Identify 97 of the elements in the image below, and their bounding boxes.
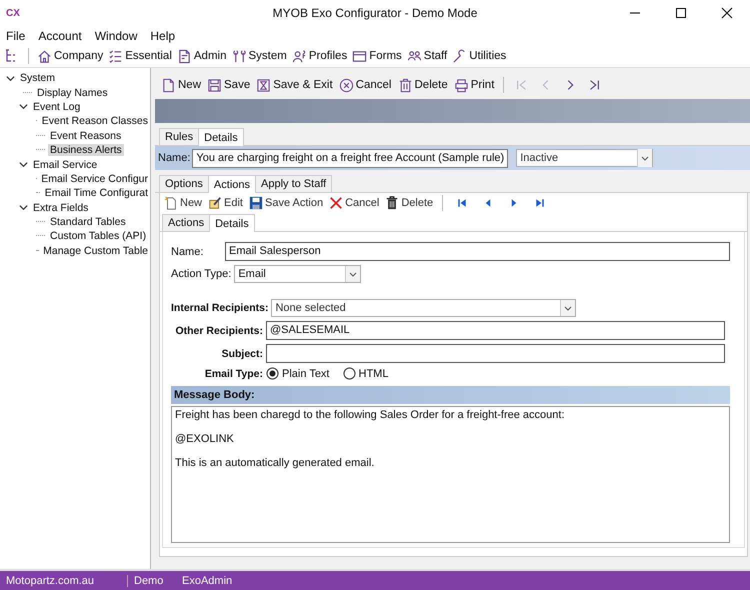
section-title: Message Body: <box>174 389 255 401</box>
tree-item[interactable]: Email Service <box>31 158 100 171</box>
close-icon[interactable] <box>721 7 733 19</box>
other-recipients-field[interactable]: @SALESEMAIL <box>266 321 725 340</box>
name-field[interactable]: You are charging freight on a freight free Account (Sample rule) <box>192 148 508 168</box>
tree-item[interactable]: System <box>18 72 58 84</box>
tree-item[interactable]: Email Time Configurat <box>42 187 150 200</box>
tab[interactable]: Details <box>198 128 244 146</box>
toolbar-button[interactable]: Essential <box>108 48 172 64</box>
status-text: Demo <box>133 574 164 586</box>
hourglass-icon <box>256 78 272 92</box>
chevron-icon[interactable] <box>19 203 28 212</box>
tab[interactable]: Rules <box>159 128 200 145</box>
tab[interactable]: Options <box>159 175 209 192</box>
maximize-icon[interactable] <box>675 7 687 19</box>
chevron-icon[interactable] <box>6 74 15 83</box>
home-icon <box>37 48 52 64</box>
name-field[interactable]: Email Salesperson <box>225 242 730 261</box>
checklist-icon <box>108 48 124 64</box>
message-line: This is an automatically generated email. <box>175 457 376 469</box>
tree-item[interactable]: Event Log <box>31 100 82 113</box>
tree-item[interactable]: Manage Custom Table <box>41 244 150 257</box>
menu-item[interactable]: Window <box>94 28 138 42</box>
toolbar-button[interactable]: Edit <box>208 196 243 210</box>
subject-field[interactable] <box>266 344 725 363</box>
field-label: Action Type: <box>171 268 232 280</box>
toolbar-button[interactable]: Profiles <box>292 48 348 64</box>
cancel-icon <box>338 78 354 92</box>
toolbar-button[interactable]: Admin <box>176 48 226 64</box>
radio-button[interactable]: HTML <box>342 367 388 380</box>
message-body-field[interactable]: Freight has been charegd to the following Sales Order for a freight-free account: @EXOLINK This is an automatically generated email. <box>171 406 730 543</box>
menu-item[interactable]: Account <box>38 28 82 42</box>
tab[interactable]: Actions <box>208 175 256 193</box>
tab[interactable]: Details <box>209 214 255 232</box>
toolbar-button[interactable]: Delete <box>385 196 434 210</box>
radio-circle-icon <box>342 367 356 380</box>
tree-item[interactable]: Custom Tables (API) <box>48 230 148 242</box>
floppy-icon <box>248 196 263 210</box>
status-text: ExoAdmin <box>181 574 234 586</box>
people-icon <box>406 48 422 64</box>
tree-item[interactable]: Display Names <box>35 86 110 99</box>
toolbar-button[interactable]: Cancel <box>329 196 380 210</box>
tree-item[interactable]: Business Alerts <box>48 144 124 156</box>
tools-icon <box>232 48 246 64</box>
printer-icon <box>454 78 469 92</box>
tab[interactable]: Actions <box>162 214 210 231</box>
message-line: Freight has been charegd to the following Sales Order for a freight-free account: <box>175 409 566 421</box>
floppy-icon <box>207 78 222 92</box>
right-arrow-icon[interactable] <box>534 197 546 209</box>
internal-recipients-dropdown[interactable]: None selected <box>271 299 576 317</box>
field-label: Internal Recipients: <box>171 302 268 314</box>
new-document-icon <box>164 196 178 210</box>
tree-item[interactable]: Event Reason Classes <box>40 115 150 128</box>
trash-icon <box>385 196 400 210</box>
app-logo: CX <box>6 8 20 18</box>
tree-item[interactable]: Event Reasons <box>48 130 124 142</box>
document-icon <box>161 78 176 92</box>
toolbar-button[interactable]: Save <box>207 78 250 92</box>
toolbar-button[interactable]: Save Action <box>248 196 324 210</box>
chevron-icon[interactable] <box>19 160 28 170</box>
field-label: Subject: <box>220 348 263 360</box>
toolbar-button[interactable]: System <box>232 48 287 64</box>
toolbar-button[interactable]: Save & Exit <box>256 78 333 92</box>
tree-item[interactable]: Extra Fields <box>31 202 90 214</box>
edit-icon <box>208 196 222 210</box>
tree-item[interactable]: Standard Tables <box>48 216 128 228</box>
toolbar-button[interactable]: Delete <box>398 78 448 92</box>
toolbar-button[interactable]: New <box>164 196 202 210</box>
status-dropdown[interactable]: Inactive <box>516 149 654 167</box>
tree-item[interactable]: Email Service Configur <box>39 172 150 185</box>
document-icon <box>176 48 192 64</box>
toolbar-button[interactable]: New <box>161 78 202 92</box>
field-label: Name: <box>171 246 204 258</box>
cancel-icon <box>329 196 344 210</box>
message-line: @EXOLINK <box>175 433 235 445</box>
trash-icon <box>398 78 412 92</box>
field-label: Email Type: <box>204 368 263 380</box>
window-title: MYOB Exo Configurator - Demo Mode <box>272 6 478 20</box>
toolbar-button[interactable]: Cancel <box>338 78 392 92</box>
toolbar-button[interactable]: Print <box>454 78 494 92</box>
action-type-dropdown[interactable]: Email <box>234 265 362 283</box>
radio-circle-icon <box>266 367 279 380</box>
toolbar-button[interactable]: Utilities <box>452 48 506 64</box>
window-icon <box>352 48 368 64</box>
toolbar-button[interactable]: Forms <box>352 48 402 64</box>
menu-item[interactable]: Help <box>150 28 176 42</box>
left-arrow-icon[interactable] <box>456 197 468 209</box>
toolbar-button[interactable]: Company <box>37 48 104 64</box>
menu-item[interactable]: File <box>6 28 26 42</box>
field-label: Other Recipients: <box>174 324 263 336</box>
field-label: Name: <box>158 152 190 164</box>
radio-button[interactable]: Plain Text <box>266 367 330 380</box>
tab[interactable]: Apply to Staff <box>255 175 332 192</box>
person-icon <box>292 48 307 64</box>
chevron-icon[interactable] <box>19 102 28 112</box>
toolbar-button[interactable]: Staff <box>406 48 448 64</box>
status-text: Motopartz.com.au <box>0 574 128 586</box>
